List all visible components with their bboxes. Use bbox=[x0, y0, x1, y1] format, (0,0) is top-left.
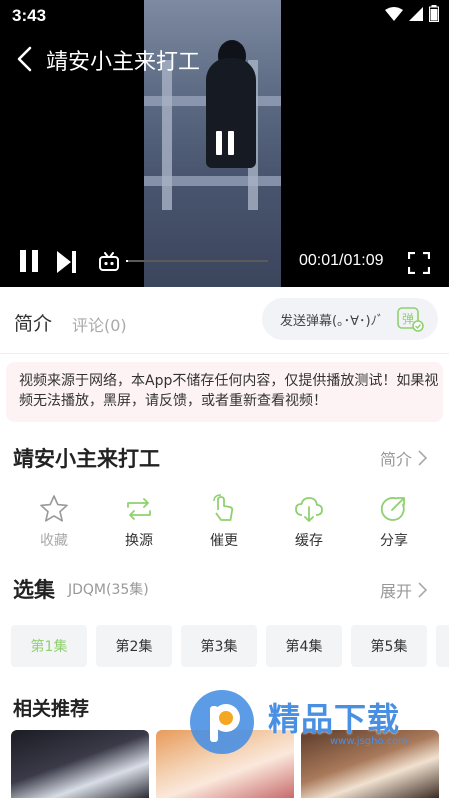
next-episode-icon[interactable] bbox=[56, 250, 78, 274]
download-cloud-icon bbox=[295, 497, 323, 522]
episode-item[interactable]: 第5集 bbox=[351, 625, 427, 667]
watermark-logo bbox=[190, 690, 254, 754]
episode-list: 第1集 第2集 第3集 第4集 第5集 bbox=[0, 625, 449, 669]
battery-icon bbox=[429, 5, 439, 22]
episode-item[interactable]: 第2集 bbox=[96, 625, 172, 667]
tab-intro[interactable]: 简介 bbox=[14, 309, 52, 336]
urge-update-label: 催更 bbox=[210, 533, 238, 549]
star-icon bbox=[40, 495, 68, 522]
fullscreen-icon[interactable] bbox=[408, 252, 430, 274]
share-button[interactable]: 分享 bbox=[364, 494, 424, 550]
show-title: 靖安小主来打工 bbox=[13, 447, 160, 471]
video-title: 靖安小主来打工 bbox=[46, 50, 201, 75]
episodes-meta: JDQM(35集) bbox=[68, 582, 149, 598]
watermark-text: 精品下载 bbox=[268, 700, 401, 738]
disclaimer-text: 视频来源于网络，本App不储存任何内容，仅提供播放测试！如果视频无法播放，黑屏，… bbox=[19, 373, 439, 409]
progress-bar[interactable] bbox=[126, 260, 268, 262]
tabs-row: 简介 评论(0) 发送弹幕(｡･∀･)ﾉﾞ 弹 bbox=[0, 287, 449, 354]
time-display: 00:01/01:09 bbox=[299, 252, 384, 269]
watermark-url: www.jsgho.com bbox=[330, 736, 408, 747]
urge-update-button[interactable]: 催更 bbox=[194, 494, 254, 550]
favorite-label: 收藏 bbox=[40, 533, 68, 549]
wifi-icon bbox=[385, 6, 403, 21]
back-arrow-icon[interactable] bbox=[14, 44, 38, 74]
download-label: 缓存 bbox=[295, 533, 323, 549]
chevron-right-icon bbox=[418, 450, 428, 466]
status-icons bbox=[385, 5, 439, 22]
episode-item-partial[interactable] bbox=[436, 625, 449, 667]
pause-button[interactable] bbox=[20, 250, 38, 274]
switch-source-label: 换源 bbox=[125, 533, 153, 549]
switch-source-button[interactable]: 换源 bbox=[109, 494, 169, 550]
expand-label: 展开 bbox=[380, 582, 413, 601]
center-pause-button[interactable] bbox=[216, 131, 234, 155]
danmu-input[interactable]: 发送弹幕(｡･∀･)ﾉﾞ 弹 bbox=[262, 298, 438, 340]
tab-comments[interactable]: 评论(0) bbox=[72, 312, 127, 336]
episode-item[interactable]: 第1集 bbox=[11, 625, 87, 667]
recommendation-card[interactable] bbox=[11, 730, 149, 798]
episode-item[interactable]: 第3集 bbox=[181, 625, 257, 667]
share-icon bbox=[380, 497, 405, 521]
danmu-placeholder: 发送弹幕(｡･∀･)ﾉﾞ bbox=[280, 314, 384, 329]
send-danmu-icon[interactable]: 弹 bbox=[396, 306, 424, 332]
signal-icon bbox=[409, 6, 423, 21]
episodes-heading: 选集 bbox=[13, 578, 55, 602]
expand-episodes-link[interactable]: 展开 bbox=[380, 578, 428, 602]
favorite-button[interactable]: 收藏 bbox=[24, 494, 84, 550]
intro-link-label: 简介 bbox=[380, 450, 413, 469]
video-player[interactable]: 3:43 靖安小主来打工 00:01/01:09 bbox=[0, 0, 449, 287]
progress-fill bbox=[126, 260, 129, 262]
intro-link[interactable]: 简介 bbox=[380, 446, 428, 470]
download-button[interactable]: 缓存 bbox=[279, 494, 339, 550]
danmu-toggle-icon[interactable] bbox=[98, 252, 120, 272]
status-time: 3:43 bbox=[12, 6, 47, 25]
chevron-right-icon bbox=[418, 582, 428, 598]
episode-item[interactable]: 第4集 bbox=[266, 625, 342, 667]
switch-source-icon bbox=[127, 498, 151, 520]
danmu-button-label: 弹 bbox=[402, 312, 414, 326]
share-label: 分享 bbox=[380, 533, 408, 549]
urge-update-icon bbox=[213, 494, 234, 521]
disclaimer-notice: 视频来源于网络，本App不储存任何内容，仅提供播放测试！如果视频无法播放，黑屏，… bbox=[6, 362, 443, 422]
recommendations-heading: 相关推荐 bbox=[13, 698, 90, 720]
